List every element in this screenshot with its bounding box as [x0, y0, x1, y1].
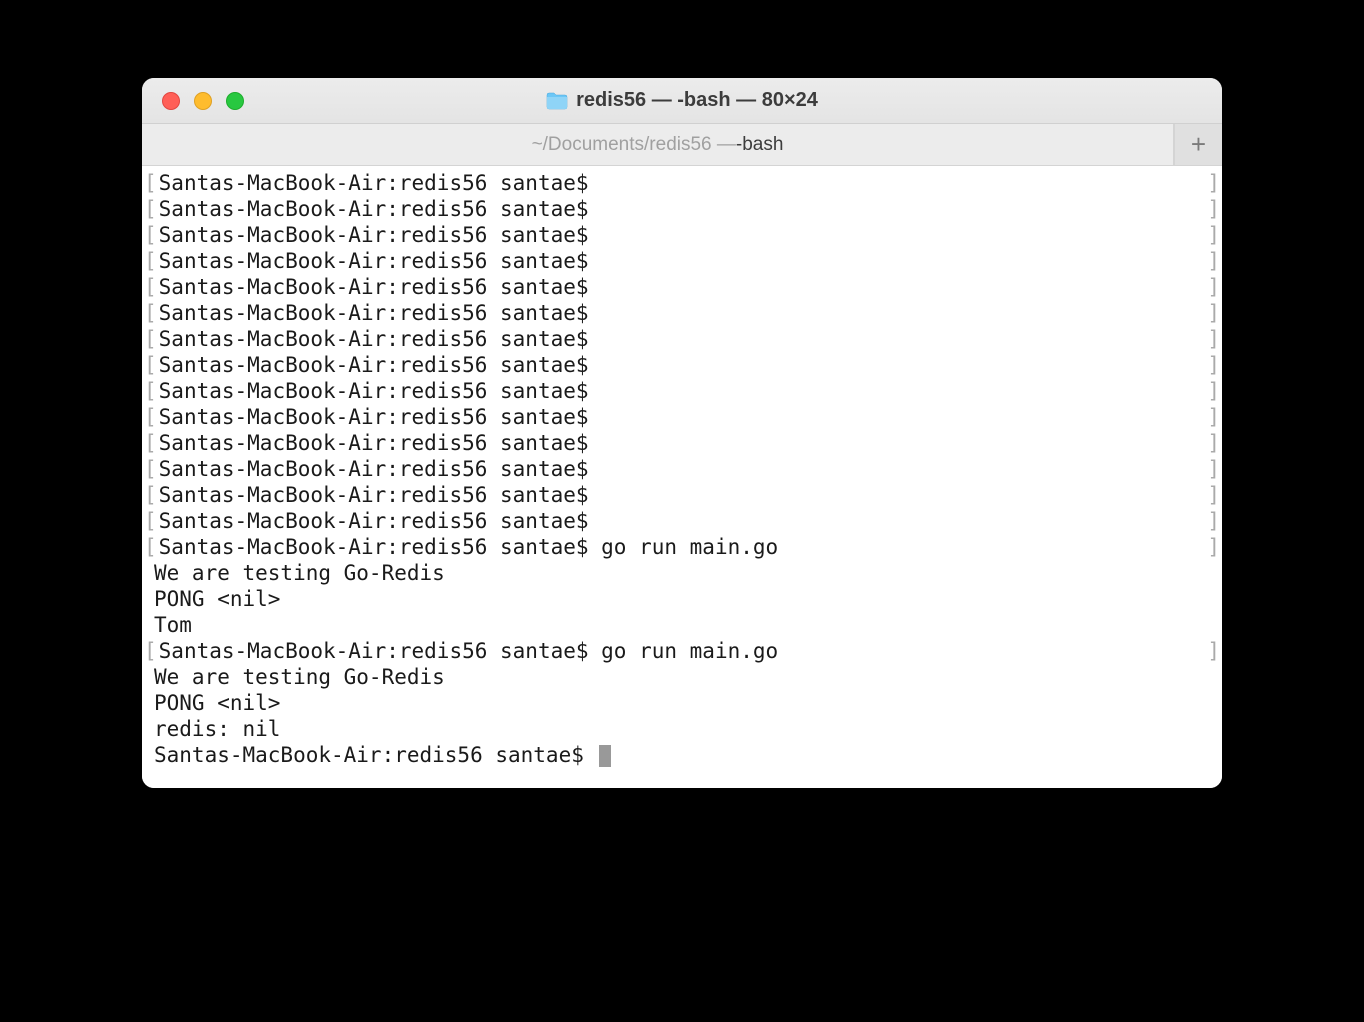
terminal-line: [Santas-MacBook-Air:redis56 santae$ ] — [144, 274, 1220, 300]
terminal-line: [Santas-MacBook-Air:redis56 santae$ go r… — [144, 638, 1220, 664]
window-title: redis56 — -bash — 80×24 — [576, 89, 818, 112]
terminal-line: [Santas-MacBook-Air:redis56 santae$ ] — [144, 352, 1220, 378]
new-tab-button[interactable]: + — [1174, 124, 1222, 165]
terminal-prompt-current[interactable]: Santas-MacBook-Air:redis56 santae$ — [144, 742, 1220, 768]
terminal-output-line: PONG <nil> — [144, 690, 1220, 716]
terminal-window: redis56 — -bash — 80×24 ~/Documents/redi… — [142, 78, 1222, 788]
terminal-output-line: Tom — [144, 612, 1220, 638]
terminal-line: [Santas-MacBook-Air:redis56 santae$ go r… — [144, 534, 1220, 560]
terminal-line: [Santas-MacBook-Air:redis56 santae$ ] — [144, 404, 1220, 430]
folder-icon — [546, 92, 568, 110]
close-button[interactable] — [162, 92, 180, 110]
terminal-line: [Santas-MacBook-Air:redis56 santae$ ] — [144, 196, 1220, 222]
minimize-button[interactable] — [194, 92, 212, 110]
terminal-line: [Santas-MacBook-Air:redis56 santae$ ] — [144, 248, 1220, 274]
terminal-body[interactable]: [Santas-MacBook-Air:redis56 santae$ ][Sa… — [142, 166, 1222, 788]
terminal-output-line: redis: nil — [144, 716, 1220, 742]
tabbar: ~/Documents/redis56 — -bash + — [142, 124, 1222, 166]
plus-icon: + — [1191, 129, 1206, 160]
terminal-output-line: We are testing Go-Redis — [144, 560, 1220, 586]
zoom-button[interactable] — [226, 92, 244, 110]
terminal-line: [Santas-MacBook-Air:redis56 santae$ ] — [144, 508, 1220, 534]
terminal-line: [Santas-MacBook-Air:redis56 santae$ ] — [144, 482, 1220, 508]
terminal-line: [Santas-MacBook-Air:redis56 santae$ ] — [144, 222, 1220, 248]
terminal-line: [Santas-MacBook-Air:redis56 santae$ ] — [144, 170, 1220, 196]
terminal-line: [Santas-MacBook-Air:redis56 santae$ ] — [144, 378, 1220, 404]
traffic-lights — [142, 92, 244, 110]
terminal-line: [Santas-MacBook-Air:redis56 santae$ ] — [144, 300, 1220, 326]
terminal-line: [Santas-MacBook-Air:redis56 santae$ ] — [144, 430, 1220, 456]
terminal-output-line: PONG <nil> — [144, 586, 1220, 612]
tab-path: ~/Documents/redis56 — — [532, 134, 736, 156]
terminal-output-line: We are testing Go-Redis — [144, 664, 1220, 690]
tab-shell: -bash — [736, 134, 784, 156]
cursor — [599, 745, 611, 767]
tab-bash[interactable]: ~/Documents/redis56 — -bash — [142, 124, 1174, 165]
terminal-line: [Santas-MacBook-Air:redis56 santae$ ] — [144, 326, 1220, 352]
titlebar: redis56 — -bash — 80×24 — [142, 78, 1222, 124]
terminal-line: [Santas-MacBook-Air:redis56 santae$ ] — [144, 456, 1220, 482]
